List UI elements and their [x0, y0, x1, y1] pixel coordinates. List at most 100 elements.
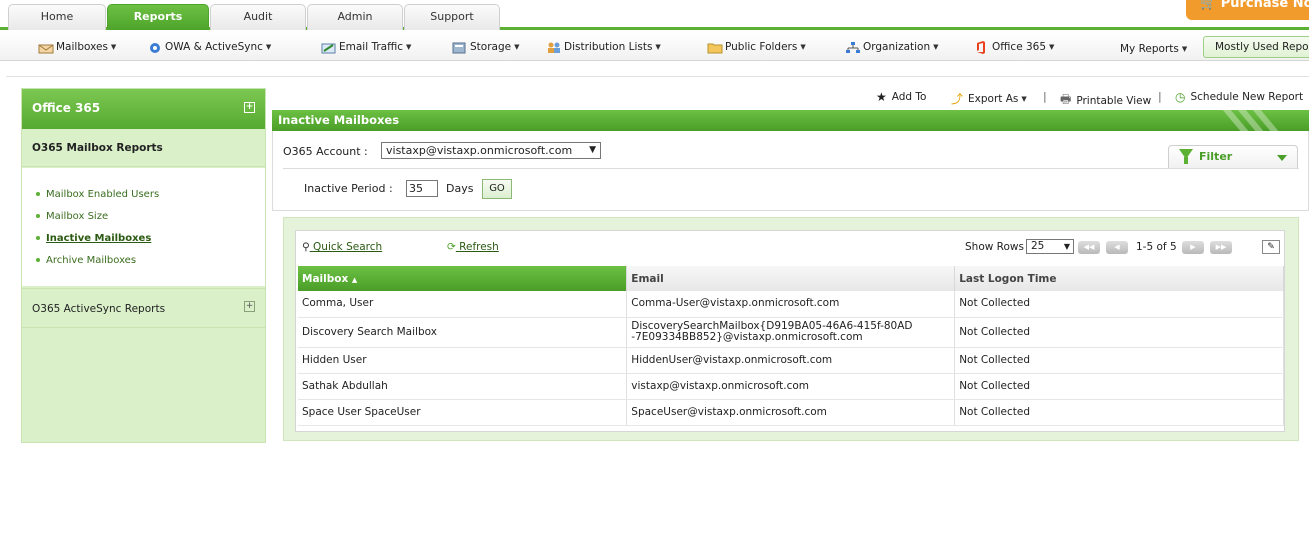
next-page-button[interactable]: ▶	[1182, 241, 1204, 254]
table-row: Space User SpaceUser SpaceUser@vistaxp.o…	[298, 399, 1284, 426]
sidebar-item-label: Mailbox Enabled Users	[46, 189, 160, 200]
schedule-icon: ◷	[1175, 90, 1186, 104]
inactive-mailboxes-table: Mailbox ▲ Email Last Logon Time Comma, U…	[298, 266, 1284, 426]
quick-search-link[interactable]: ⚲ Quick Search	[302, 241, 382, 253]
printable-view-label: Printable View	[1076, 94, 1152, 107]
refresh-label: Refresh	[459, 241, 499, 253]
table-row: Hidden User HiddenUser@vistaxp.onmicroso…	[298, 347, 1284, 374]
nav-office365[interactable]: Office 365 ▼	[975, 39, 1054, 55]
nav-storage-label: Storage	[470, 41, 512, 53]
export-icon: ⤴	[951, 92, 964, 106]
chevron-down-icon: ▼	[406, 43, 412, 51]
page-info: 1-5 of 5	[1136, 241, 1177, 253]
inactive-period-label: Inactive Period :	[304, 182, 393, 195]
column-header-label: Mailbox	[302, 272, 349, 285]
last-page-button[interactable]: ▶▶	[1210, 241, 1232, 254]
nav-distribution-lists[interactable]: Distribution Lists ▼	[546, 39, 661, 55]
schedule-label: Schedule New Report	[1190, 91, 1304, 103]
bullet-icon	[36, 258, 40, 262]
sidebar-report-list: Mailbox Enabled Users Mailbox Size Inact…	[22, 168, 265, 286]
cell-last-logon: Not Collected	[954, 347, 1284, 374]
cell-mailbox: Space User SpaceUser	[298, 399, 628, 426]
nav-my-reports[interactable]: My Reports ▼	[1120, 41, 1187, 57]
mailbox-icon	[38, 44, 54, 53]
go-button[interactable]: GO	[482, 179, 512, 199]
chevron-down-icon: ▼	[1021, 94, 1027, 103]
bullet-icon	[36, 236, 40, 240]
purchase-button[interactable]: 🛒 Purchase No	[1186, 0, 1309, 20]
tab-reports[interactable]: Reports	[107, 4, 209, 30]
nav-organization[interactable]: Organization ▼	[845, 39, 939, 55]
chevron-down-icon: ▼	[655, 43, 661, 51]
tab-admin[interactable]: Admin	[307, 4, 403, 30]
cell-email: DiscoverySearchMailbox{D919BA05-46A6-415…	[626, 317, 956, 348]
tab-support[interactable]: Support	[404, 4, 500, 30]
report-title: Inactive Mailboxes	[278, 113, 400, 127]
expand-icon[interactable]: +	[244, 301, 255, 312]
tab-audit[interactable]: Audit	[210, 4, 306, 30]
sidebar-item-label: Archive Mailboxes	[46, 255, 137, 266]
sidebar-header: Office 365 +	[22, 89, 265, 129]
chevron-down-icon: ▼	[514, 43, 520, 51]
prev-page-button[interactable]: ◀	[1106, 241, 1128, 254]
refresh-link[interactable]: ⟳ Refresh	[447, 241, 499, 253]
column-header-last-logon[interactable]: Last Logon Time	[954, 266, 1284, 291]
printable-view-button[interactable]: 🖶 Printable View	[1060, 90, 1151, 111]
sidebar-item-mailbox-size[interactable]: Mailbox Size	[36, 211, 108, 222]
cell-last-logon: Not Collected	[954, 317, 1284, 348]
sidebar-item-archive-mailboxes[interactable]: Archive Mailboxes	[36, 255, 136, 266]
add-to-label: Add To	[891, 91, 927, 103]
divider: |	[1043, 90, 1047, 103]
column-header-email[interactable]: Email	[626, 266, 956, 291]
export-as-button[interactable]: ⤴ Export As ▼	[951, 90, 1027, 107]
chevron-down-icon: ▼	[933, 43, 939, 51]
nav-public-folders[interactable]: Public Folders ▼	[707, 39, 806, 55]
inactive-period-input[interactable]: 35	[406, 180, 438, 197]
cell-mailbox: Comma, User	[298, 291, 628, 318]
account-label: O365 Account :	[283, 145, 368, 158]
cell-email: SpaceUser@vistaxp.onmicrosoft.com	[626, 399, 956, 426]
sidebar-section-mailbox-reports[interactable]: O365 Mailbox Reports	[22, 129, 265, 167]
schedule-new-report-button[interactable]: ◷ Schedule New Report	[1175, 90, 1303, 104]
nav-owa-activesync[interactable]: OWA & ActiveSync ▼	[147, 39, 271, 55]
sidebar-title: Office 365	[32, 101, 101, 115]
quick-search-label: Quick Search	[313, 241, 383, 253]
storage-icon	[452, 42, 466, 53]
rows-per-page-select[interactable]: 25 ▼	[1026, 239, 1074, 254]
expand-icon[interactable]: +	[244, 102, 255, 113]
table-header-row: Mailbox ▲ Email Last Logon Time	[298, 266, 1284, 291]
chevron-down-icon: ▼	[1181, 45, 1188, 53]
account-select[interactable]: vistaxp@vistaxp.onmicrosoft.com ▼	[381, 142, 601, 159]
column-header-mailbox[interactable]: Mailbox ▲	[298, 266, 628, 291]
sidebar-item-inactive-mailboxes[interactable]: Inactive Mailboxes	[36, 233, 151, 244]
table-row: Sathak Abdullah vistaxp@vistaxp.onmicros…	[298, 373, 1284, 400]
sidebar-item-label: Inactive Mailboxes	[46, 233, 152, 244]
sidebar: Office 365 + O365 Mailbox Reports Mailbo…	[21, 88, 266, 443]
chevron-down-icon: ▼	[589, 145, 596, 155]
first-page-button[interactable]: ◀◀	[1078, 241, 1100, 254]
folder-icon	[707, 43, 723, 53]
tab-home[interactable]: Home	[8, 4, 106, 30]
email-traffic-icon	[321, 43, 336, 53]
nav-storage[interactable]: Storage ▼	[452, 39, 519, 55]
add-to-button[interactable]: ★ Add To	[876, 90, 927, 104]
divider: |	[1158, 90, 1162, 103]
cell-last-logon: Not Collected	[954, 291, 1284, 318]
mostly-used-reports-button[interactable]: Mostly Used Repo	[1203, 36, 1309, 58]
days-label: Days	[446, 182, 474, 195]
nav-owa-label: OWA & ActiveSync	[165, 41, 263, 53]
purchase-label: Purchase No	[1220, 0, 1309, 11]
nav-email-traffic[interactable]: Email Traffic ▼	[321, 39, 411, 55]
sidebar-item-mailbox-enabled-users[interactable]: Mailbox Enabled Users	[36, 189, 159, 200]
nav-mailboxes-label: Mailboxes	[56, 41, 108, 53]
rows-per-page-value: 25	[1031, 240, 1045, 252]
report-title-bar: Inactive Mailboxes	[272, 110, 1309, 131]
filter-button[interactable]: Filter	[1168, 145, 1298, 169]
nav-mailboxes[interactable]: Mailboxes ▼	[38, 39, 116, 55]
column-chooser-icon[interactable]: ✎	[1262, 240, 1280, 254]
sort-ascending-icon: ▲	[351, 275, 358, 284]
cell-last-logon: Not Collected	[954, 399, 1284, 426]
nav-email-traffic-label: Email Traffic	[339, 41, 404, 53]
sidebar-section-activesync-reports[interactable]: O365 ActiveSync Reports +	[22, 288, 265, 328]
bullet-icon	[36, 192, 40, 196]
